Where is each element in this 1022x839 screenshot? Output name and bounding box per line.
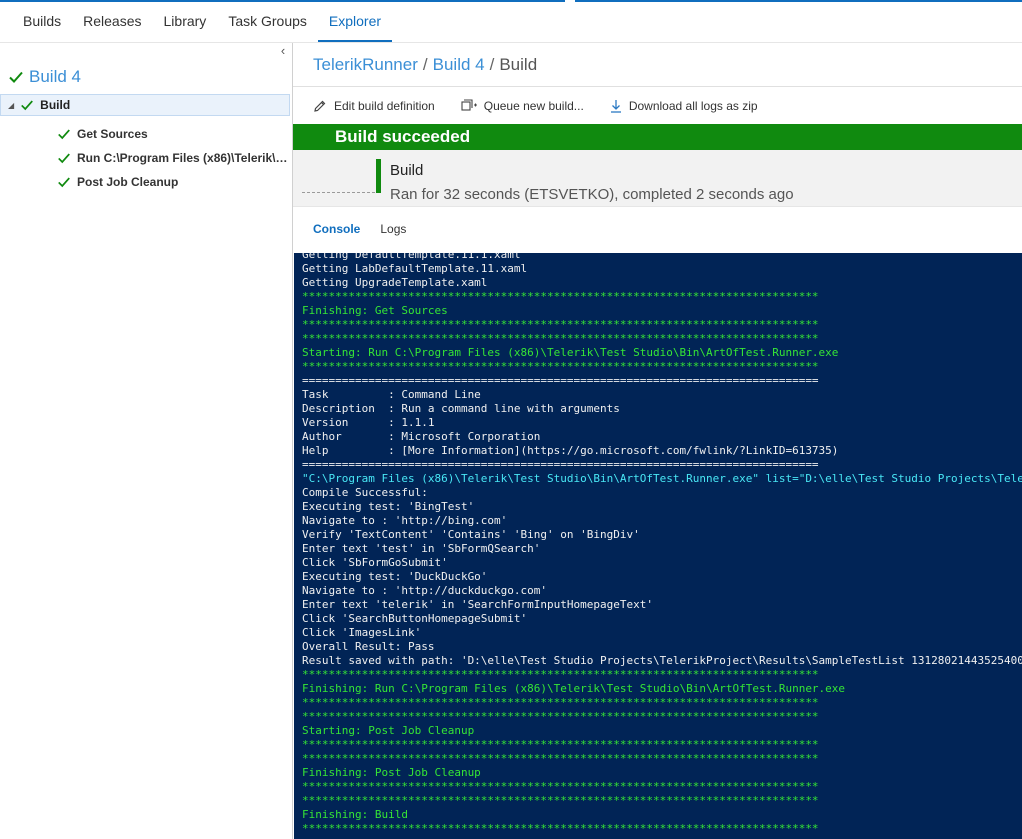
download-logs-label: Download all logs as zip [628,99,758,113]
tree-item-step[interactable]: Run C:\Program Files (x86)\Telerik\Test … [57,150,292,166]
breadcrumb: TelerikRunner / Build 4/Build [313,55,537,75]
console-line: Click 'ImagesLink' [302,626,422,639]
console-line: Starting: Post Job Cleanup [302,724,475,737]
tab-explorer[interactable]: Explorer [317,0,393,42]
build-status-text: Build succeeded [335,127,471,146]
console-output[interactable]: Getting DefaultTemplate.11.1.xaml Getting… [294,253,1022,839]
summary-subtitle: Ran for 32 seconds (ETSVETKO), completed… [390,186,794,203]
tab-console[interactable]: Console [303,207,370,253]
console-line: ========================================… [302,458,819,471]
edit-build-definition-label: Edit build definition [334,99,435,113]
console-line: ****************************************… [302,738,819,751]
edit-build-definition-button[interactable]: Edit build definition [313,99,435,113]
console-line: ****************************************… [302,318,819,331]
console-line: Navigate to : 'http://bing.com' [302,514,508,527]
step-label: Post Job Cleanup [77,175,179,189]
console-line: Version : 1.1.1 [302,416,435,429]
tree-item-label: Build [40,98,71,112]
console-line: ****************************************… [302,696,819,709]
console-line: Click 'SearchButtonHomepageSubmit' [302,612,528,625]
chevron-left-icon[interactable]: ‹ [276,43,290,59]
console-line: Executing test: 'DuckDuckGo' [302,570,488,583]
header-divider [293,86,1022,87]
console-line: ****************************************… [302,794,819,807]
console-line: Enter text 'test' in 'SbFormQSearch' [302,542,541,555]
console-line: ****************************************… [302,290,819,303]
download-logs-button[interactable]: Download all logs as zip [610,99,758,113]
success-check-icon [58,177,70,188]
tab-library[interactable]: Library [153,0,218,42]
success-check-icon [58,153,70,164]
download-icon [610,100,621,113]
queue-new-build-button[interactable]: Queue new build... [461,99,584,113]
tab-task-groups[interactable]: Task Groups [217,0,318,42]
queue-new-build-label: Queue new build... [483,99,584,113]
console-line: Getting LabDefaultTemplate.11.xaml [302,262,528,275]
console-line: ****************************************… [302,332,819,345]
console-line: Starting: Run C:\Program Files (x86)\Tel… [302,346,839,359]
console-line: Enter text 'telerik' in 'SearchFormInput… [302,598,653,611]
success-check-icon [58,129,70,140]
sidebar-build-title: Build 4 [29,67,81,86]
console-line: Finishing: Get Sources [302,304,448,317]
console-line: Getting DefaultTemplate.11.1.xaml [302,253,521,261]
console-line: Result saved with path: 'D:\elle\Test St… [302,654,1022,667]
console-tabs: Console Logs [293,206,1022,253]
console-line: Verify 'TextContent' 'Contains' 'Bing' o… [302,528,640,541]
console-line: Overall Result: Pass [302,640,435,653]
console-line: ****************************************… [302,780,819,793]
console-line: ****************************************… [302,752,819,765]
success-check-icon [9,71,23,83]
console-line: ========================================… [302,374,819,387]
console-line: Help : [More Information](https://go.mic… [302,444,839,457]
build-status-banner: Build succeeded [293,124,1022,150]
queue-build-icon [461,99,477,111]
console-line: Navigate to : 'http://duckduckgo.com' [302,584,548,597]
breadcrumb-build-link[interactable]: Build 4 [433,55,485,74]
step-label: Get Sources [77,127,148,141]
hub-tabs: Builds Releases Library Task Groups Expl… [12,0,393,42]
console-text: Getting DefaultTemplate.11.1.xaml Getting… [302,253,1022,836]
console-line: "C:\Program Files (x86)\Telerik\Test Stu… [302,472,1022,485]
tree-item-step[interactable]: Get Sources [57,126,292,142]
build-toolbar: Edit build definition Queue new build...… [313,96,784,116]
top-navigation: Builds Releases Library Task Groups Expl… [0,0,1022,43]
expand-arrow-icon[interactable]: ◢ [8,101,14,110]
sidebar-title[interactable]: Build 4 [8,67,81,87]
console-line: Finishing: Build [302,808,408,821]
console-line: Finishing: Post Job Cleanup [302,766,481,779]
build-summary: Build Ran for 32 seconds (ETSVETKO), com… [293,150,1022,206]
console-line: Getting UpgradeTemplate.xaml [302,276,488,289]
breadcrumb-separator: / [489,55,495,74]
timeline-dashed-line [302,192,375,193]
console-line: ****************************************… [302,668,819,681]
step-label: Run C:\Program Files (x86)\Telerik\Test … [77,151,292,165]
tab-builds[interactable]: Builds [12,0,72,42]
success-check-icon [21,100,34,111]
tab-releases[interactable]: Releases [72,0,152,42]
console-line: ****************************************… [302,822,819,835]
summary-title: Build [390,162,424,179]
breadcrumb-separator: / [422,55,428,74]
console-line: Executing test: 'BingTest' [302,500,475,513]
console-line: Finishing: Run C:\Program Files (x86)\Te… [302,682,846,695]
console-line: Compile Successful: [302,486,428,499]
console-line: Author : Microsoft Corporation [302,430,541,443]
top-accent-strip-right [575,0,1022,2]
console-line: ****************************************… [302,360,819,373]
console-line: Description : Run a command line with ar… [302,402,620,415]
status-bar [376,159,381,193]
pencil-icon [314,100,326,112]
breadcrumb-current: Build [499,55,538,74]
tree-item-step[interactable]: Post Job Cleanup [57,174,292,190]
tab-logs[interactable]: Logs [370,207,416,253]
breadcrumb-project-link[interactable]: TelerikRunner [313,55,418,74]
build-detail-pane: TelerikRunner / Build 4/Build Edit build d… [293,43,1022,839]
console-line: ****************************************… [302,710,819,723]
console-line: Click 'SbFormGoSubmit' [302,556,448,569]
build-tree-sidebar: ‹ Build 4 ◢ Build Get Sources Run C:\Pro… [0,43,293,839]
tree-item-build[interactable]: ◢ Build [0,94,290,116]
console-line: Task : Command Line [302,388,481,401]
